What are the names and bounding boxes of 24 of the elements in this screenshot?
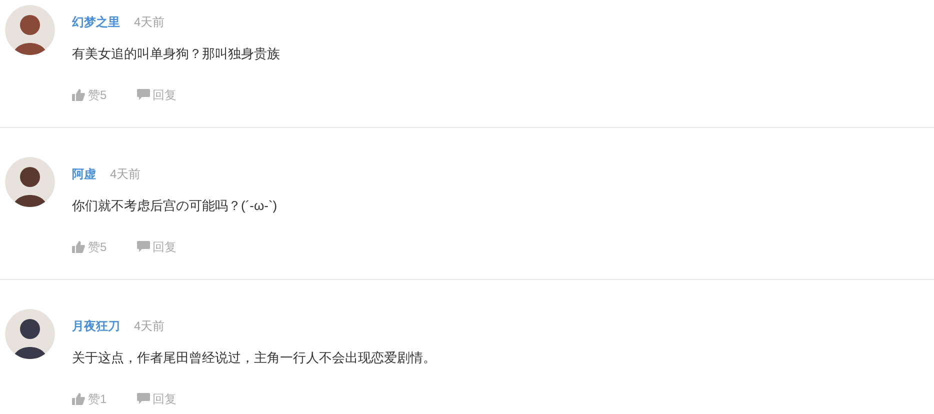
username[interactable]: 幻梦之里	[72, 13, 120, 31]
reply-button[interactable]: 回复	[136, 86, 177, 104]
comment-text: 你们就不考虑后宫の可能吗？(´-ω-`)	[72, 197, 278, 215]
comment-text: 关于这点，作者尾田曾经说过，主角一行人不会出现恋爱剧情。	[72, 349, 436, 367]
avatar	[5, 157, 55, 207]
timestamp: 4天前	[134, 318, 165, 335]
username[interactable]: 阿虚	[72, 165, 96, 183]
timestamp: 4天前	[134, 14, 165, 31]
speech-bubble-icon	[136, 88, 150, 100]
thumbs-up-icon	[72, 88, 85, 100]
avatar	[5, 309, 55, 359]
like-button[interactable]: 赞5	[72, 238, 107, 256]
thumbs-up-icon	[72, 392, 85, 404]
like-button[interactable]: 赞1	[72, 390, 107, 408]
avatar	[5, 5, 55, 55]
speech-bubble-icon	[136, 392, 150, 404]
reply-button[interactable]: 回复	[136, 390, 177, 408]
username[interactable]: 月夜狂刀	[72, 317, 120, 335]
comment-text: 有美女追的叫单身狗？那叫独身贵族	[72, 45, 280, 63]
speech-bubble-icon	[136, 240, 150, 252]
reply-button[interactable]: 回复	[136, 238, 177, 256]
thumbs-up-icon	[72, 240, 85, 252]
timestamp: 4天前	[110, 166, 141, 183]
like-button[interactable]: 赞5	[72, 86, 107, 104]
